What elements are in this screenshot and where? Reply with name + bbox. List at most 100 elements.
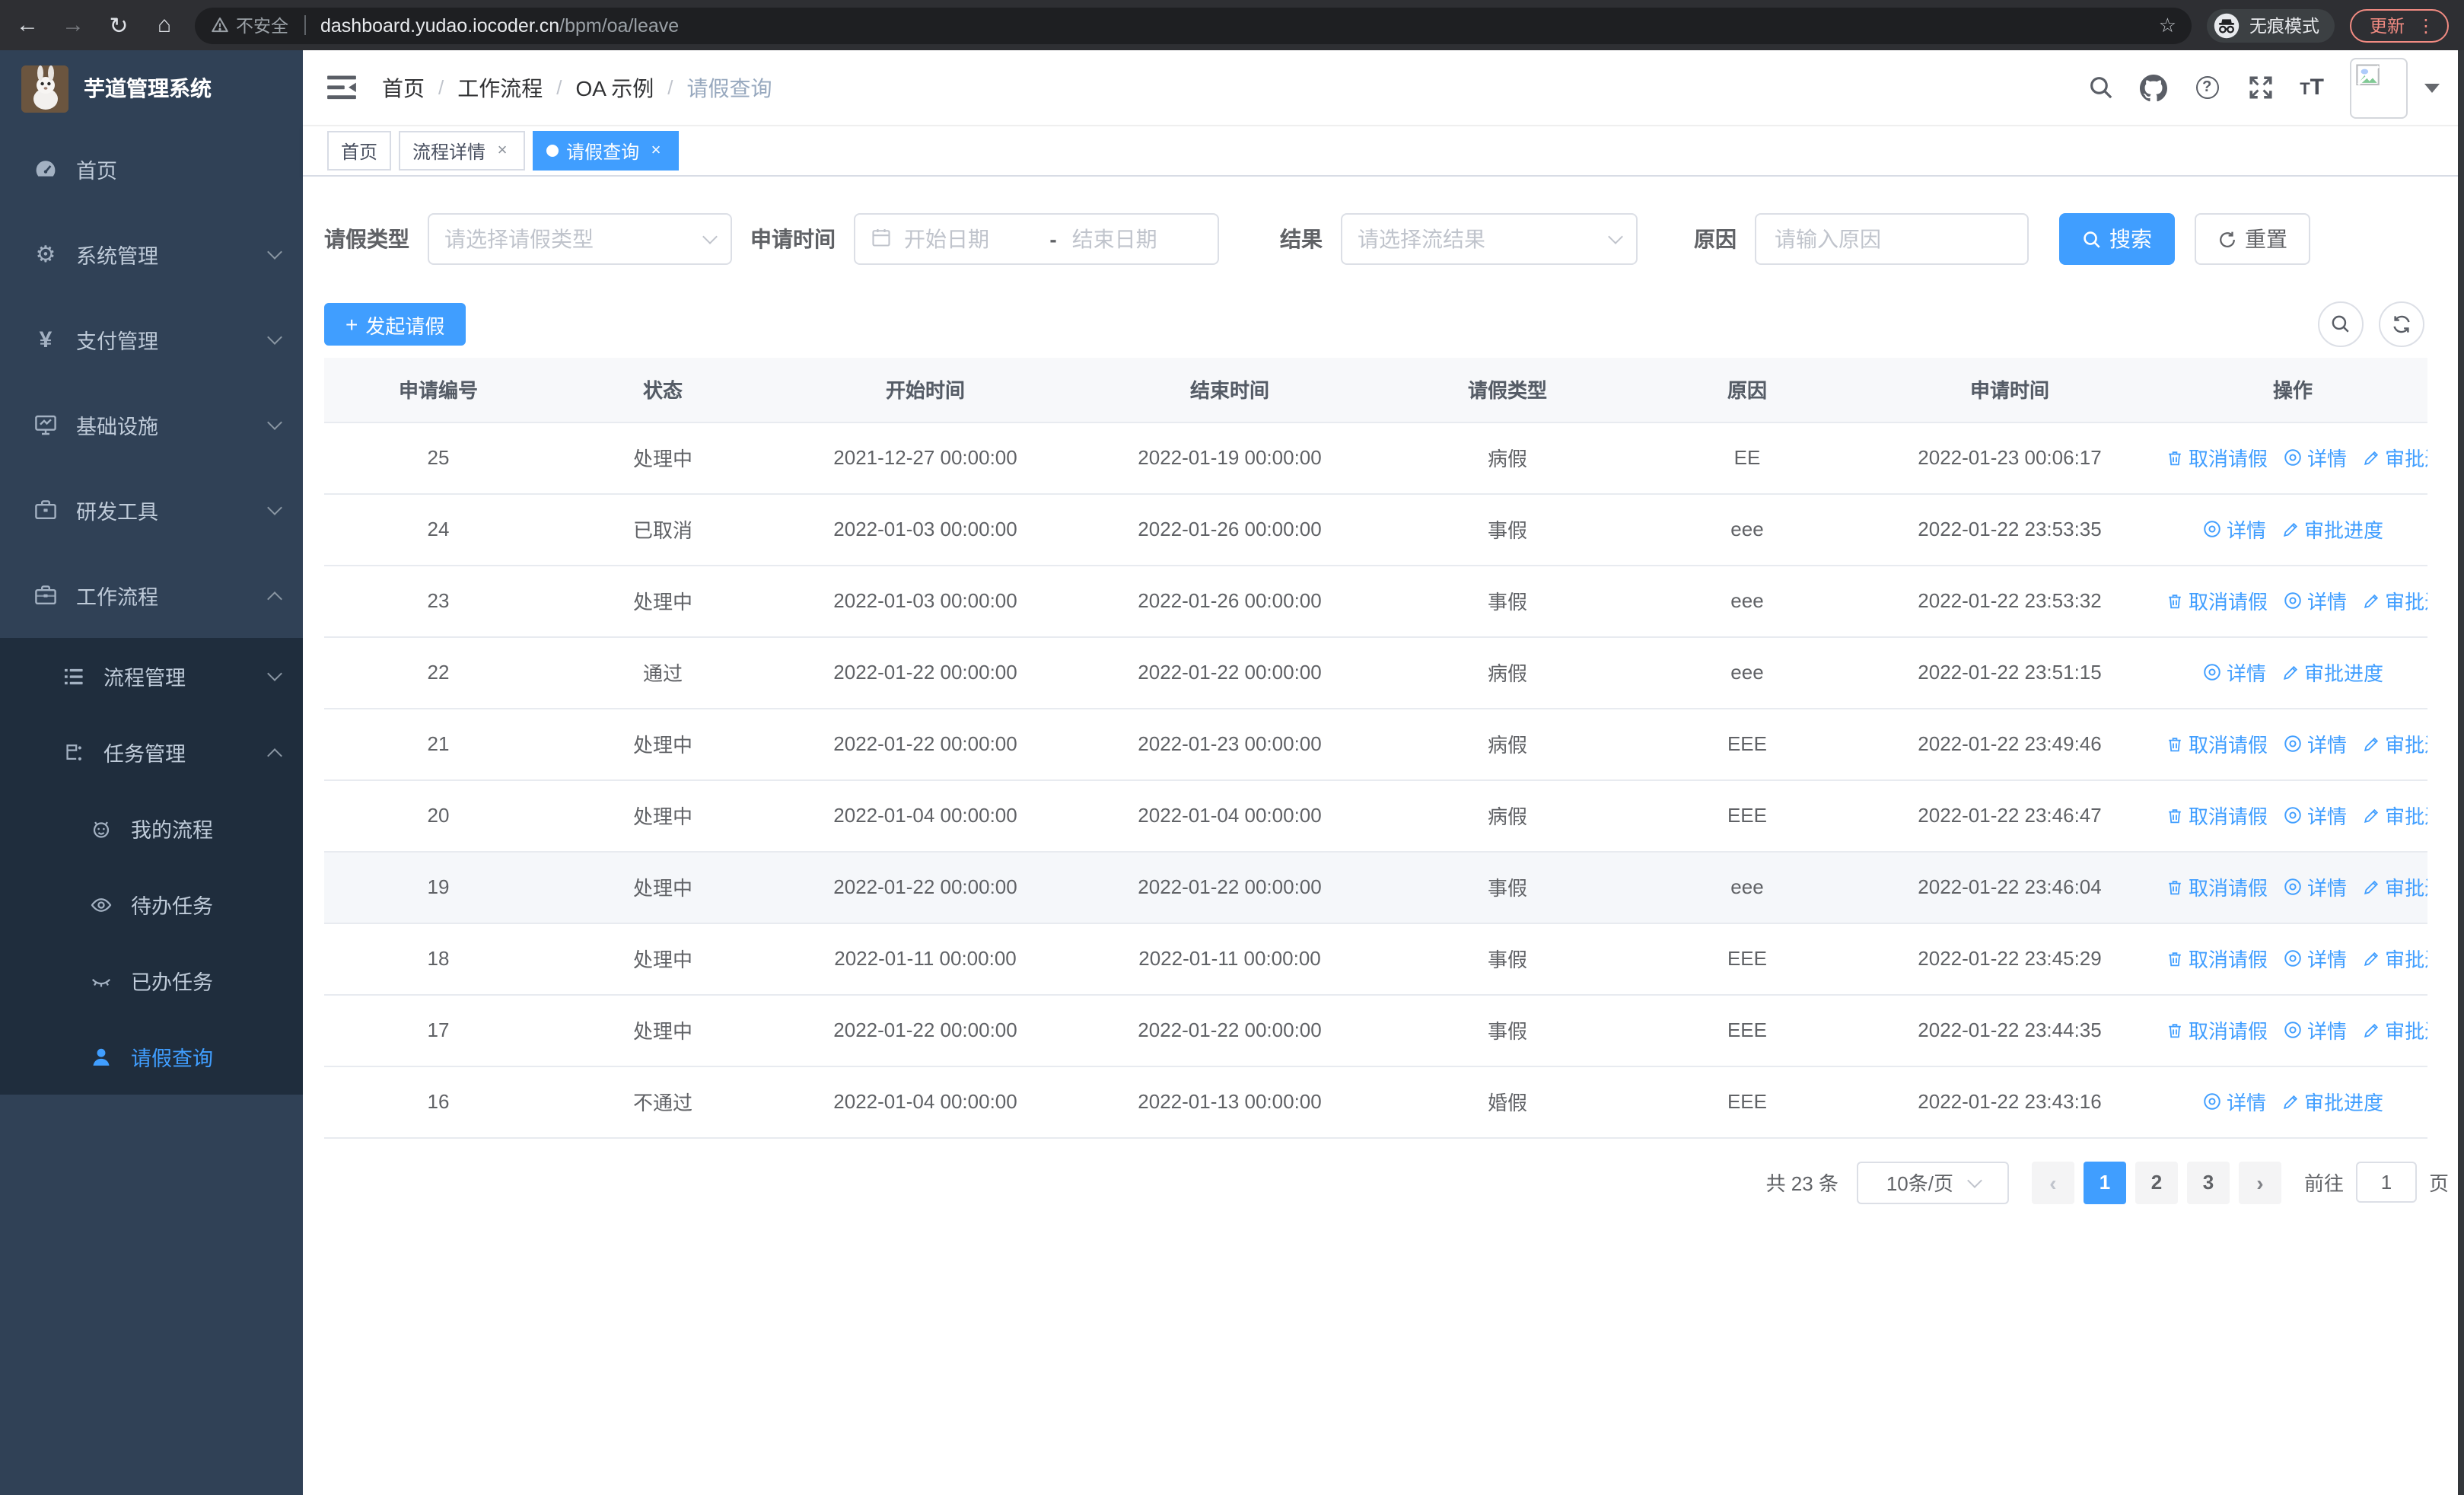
next-page-button[interactable]: › (2238, 1161, 2281, 1203)
sidebar-item-home[interactable]: 首页 (0, 126, 303, 212)
tag-leave-query[interactable]: 请假查询 × (533, 131, 680, 171)
tag-home[interactable]: 首页 (327, 131, 392, 171)
gear-icon: ⚙ (35, 242, 56, 268)
pagination-total: 共 23 条 (1765, 1172, 1838, 1195)
detail-link[interactable]: 详情 (2283, 801, 2347, 830)
close-icon[interactable]: × (493, 142, 511, 160)
sidebar-item-my-process[interactable]: 我的流程 (0, 790, 303, 866)
detail-link[interactable]: 详情 (2202, 515, 2266, 543)
toggle-search-button[interactable] (2318, 301, 2364, 347)
progress-link[interactable]: 审批进度 (2362, 730, 2427, 759)
breadcrumb-oa-example[interactable]: OA 示例 (576, 72, 654, 103)
progress-link[interactable]: 审批进度 (2362, 1016, 2427, 1045)
progress-link[interactable]: 审批进度 (2362, 873, 2427, 902)
page-size-select[interactable]: 10条/页 (1856, 1161, 2009, 1203)
cancel-leave-link[interactable]: 取消请假 (2166, 587, 2268, 616)
browser-reload-icon[interactable]: ↻ (103, 11, 134, 39)
breadcrumb-home[interactable]: 首页 (382, 72, 425, 103)
briefcase-icon (33, 583, 58, 607)
pen-icon (2364, 737, 2379, 751)
browser-forward-icon[interactable]: → (58, 12, 88, 38)
progress-link[interactable]: 审批进度 (2362, 587, 2427, 616)
detail-link[interactable]: 详情 (2202, 658, 2266, 687)
progress-link[interactable]: 审批进度 (2281, 1088, 2383, 1117)
github-icon[interactable] (2140, 74, 2168, 101)
top-navbar: 首页 / 工作流程 / OA 示例 / 请假查询 ? TT (303, 50, 2464, 126)
page-button-3[interactable]: 3 (2186, 1161, 2230, 1203)
sidebar-item-payment[interactable]: ¥ 支付管理 (0, 297, 303, 382)
col-header-actions: 操作 (2158, 358, 2427, 422)
trash-icon (2169, 737, 2181, 751)
help-icon[interactable]: ? (2193, 74, 2220, 101)
progress-link[interactable]: 审批进度 (2362, 444, 2427, 473)
apply-time-range-picker[interactable]: 开始日期 - 结束日期 (854, 213, 1219, 265)
page-scrollbar[interactable] (2458, 50, 2464, 1495)
security-status[interactable]: 不安全 (210, 13, 288, 37)
app-logo[interactable]: 芋道管理系统 (0, 50, 303, 117)
breadcrumb: 首页 / 工作流程 / OA 示例 / 请假查询 (382, 72, 772, 103)
page-button-2[interactable]: 2 (2135, 1161, 2178, 1203)
cancel-leave-link[interactable]: 取消请假 (2166, 730, 2268, 759)
close-icon[interactable]: × (647, 142, 665, 160)
page-button-1[interactable]: 1 (2083, 1161, 2126, 1203)
browser-menu-icon[interactable]: ⋮ (2417, 14, 2435, 36)
sidebar-item-infra[interactable]: 基础设施 (0, 382, 303, 467)
leave-type-select[interactable]: 请选择请假类型 (428, 213, 732, 265)
font-size-icon[interactable]: TT (2300, 74, 2324, 101)
detail-link[interactable]: 详情 (2283, 1015, 2347, 1044)
reason-input[interactable] (1756, 215, 2027, 263)
progress-link[interactable]: 审批进度 (2362, 802, 2427, 830)
detail-link[interactable]: 详情 (2283, 872, 2347, 901)
eye-closed-icon (88, 968, 113, 993)
tag-process-detail[interactable]: 流程详情 × (399, 131, 526, 171)
result-select[interactable]: 请选择流结果 (1341, 213, 1638, 265)
browser-home-icon[interactable]: ⌂ (149, 12, 180, 38)
pen-icon (2283, 1095, 2298, 1109)
sidebar-item-task-mgmt[interactable]: 任务管理 (0, 714, 303, 790)
sidebar-collapse-icon[interactable] (327, 75, 356, 100)
reset-button[interactable]: 重置 (2195, 213, 2310, 265)
sidebar-item-done-tasks[interactable]: 已办任务 (0, 942, 303, 1018)
sidebar-item-todo-tasks[interactable]: 待办任务 (0, 866, 303, 942)
fullscreen-icon[interactable] (2246, 74, 2274, 101)
goto-page-input[interactable] (2355, 1162, 2417, 1203)
logo-image (21, 65, 68, 112)
sidebar-item-devtools[interactable]: 研发工具 (0, 467, 303, 553)
screen: ← → ↻ ⌂ 不安全 dashboard.yudao.iocoder.cn/b… (0, 0, 2464, 1495)
avatar-caret-icon[interactable] (2424, 83, 2440, 92)
table-row: 17 处理中 2022-01-22 00:00:00 2022-01-22 00:00… (324, 994, 2427, 1066)
cancel-leave-link[interactable]: 取消请假 (2166, 802, 2268, 830)
browser-update-button[interactable]: 更新 ⋮ (2350, 8, 2449, 42)
table-row: 21 处理中 2022-01-22 00:00:00 2022-01-23 00:00… (324, 708, 2427, 780)
sidebar-item-leave-query[interactable]: 请假查询 (0, 1018, 303, 1095)
cancel-leave-link[interactable]: 取消请假 (2166, 444, 2268, 473)
detail-link[interactable]: 详情 (2202, 1087, 2266, 1116)
leave-type-label: 请假类型 (324, 227, 409, 251)
sidebar-item-workflow[interactable]: 工作流程 (0, 553, 303, 638)
url-text: dashboard.yudao.iocoder.cn/bpm/oa/leave (320, 14, 680, 36)
sidebar-item-process-mgmt[interactable]: 流程管理 (0, 638, 303, 714)
browser-back-icon[interactable]: ← (12, 12, 43, 38)
detail-link[interactable]: 详情 (2283, 729, 2347, 758)
search-button[interactable]: 搜索 (2059, 213, 2175, 265)
bookmark-star-icon[interactable]: ☆ (2159, 13, 2176, 37)
refresh-table-button[interactable] (2379, 301, 2424, 347)
detail-link[interactable]: 详情 (2283, 586, 2347, 615)
search-icon[interactable] (2087, 74, 2114, 101)
cancel-leave-link[interactable]: 取消请假 (2166, 945, 2268, 974)
progress-link[interactable]: 审批进度 (2281, 515, 2383, 544)
breadcrumb-workflow[interactable]: 工作流程 (457, 72, 543, 103)
avatar[interactable] (2350, 57, 2408, 118)
cancel-leave-link[interactable]: 取消请假 (2166, 873, 2268, 902)
prev-page-button[interactable]: ‹ (2031, 1161, 2074, 1203)
sidebar-item-system[interactable]: ⚙ 系统管理 (0, 212, 303, 297)
cancel-leave-link[interactable]: 取消请假 (2166, 1016, 2268, 1045)
progress-link[interactable]: 审批进度 (2362, 945, 2427, 974)
table-row: 18 处理中 2022-01-11 00:00:00 2022-01-11 00:00… (324, 923, 2427, 995)
address-bar[interactable]: 不安全 dashboard.yudao.iocoder.cn/bpm/oa/le… (195, 7, 2192, 43)
create-leave-button[interactable]: + 发起请假 (324, 303, 466, 346)
calendar-icon (871, 226, 892, 252)
detail-link[interactable]: 详情 (2283, 443, 2347, 472)
progress-link[interactable]: 审批进度 (2281, 658, 2383, 687)
detail-link[interactable]: 详情 (2283, 944, 2347, 973)
